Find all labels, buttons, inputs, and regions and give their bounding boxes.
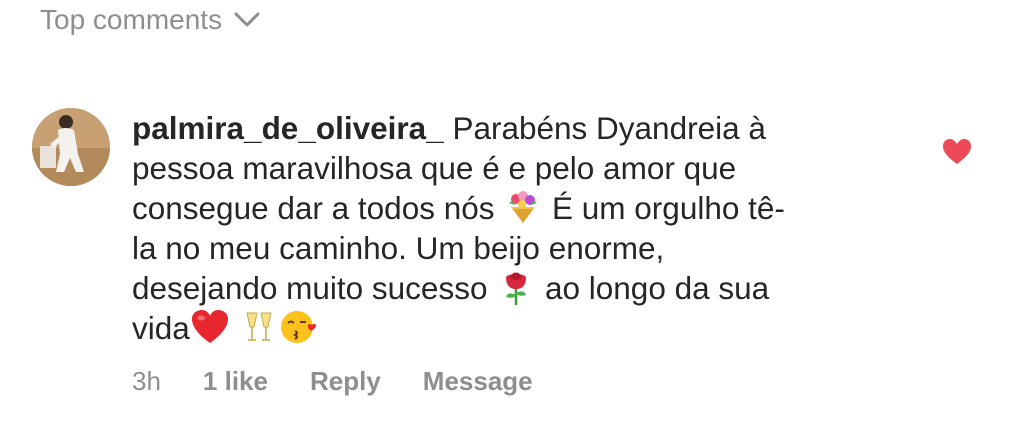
comment-time: 3h bbox=[132, 366, 161, 396]
kissing-face-emoji bbox=[279, 309, 319, 345]
rose-emoji bbox=[496, 269, 536, 305]
bouquet-emoji bbox=[503, 189, 543, 225]
comment-text: vida bbox=[132, 310, 190, 346]
comment-text bbox=[230, 310, 239, 346]
avatar[interactable] bbox=[32, 108, 110, 186]
comment-text: É um orgulho tê- bbox=[543, 190, 785, 226]
comment-body: palmira_de_oliveira_ Parabéns Dyandreia … bbox=[132, 108, 892, 348]
message-button[interactable]: Message bbox=[423, 366, 533, 397]
comment-likes-count[interactable]: 1 like bbox=[203, 366, 268, 397]
clinking-glasses-emoji bbox=[239, 309, 279, 345]
comment-text: consegue dar a todos nós bbox=[132, 190, 504, 226]
red-heart-emoji bbox=[190, 309, 230, 345]
chevron-down-icon bbox=[234, 3, 260, 35]
comment-text: la no meu caminho. Um beijo enorme, bbox=[132, 230, 665, 266]
reply-button[interactable]: Reply bbox=[310, 366, 381, 397]
comment-text: ao longo da sua bbox=[536, 270, 770, 306]
comment-text: Parabéns Dyandreia à bbox=[443, 110, 766, 146]
top-comments-sort[interactable]: Top comments bbox=[40, 4, 260, 36]
comment-username[interactable]: palmira_de_oliveira_ bbox=[132, 110, 444, 146]
like-heart-icon[interactable] bbox=[942, 138, 972, 171]
top-comments-label: Top comments bbox=[40, 4, 223, 35]
comment-meta: 3h 1 like Reply Message bbox=[132, 366, 533, 397]
comment-text: pessoa maravilhosa que é e pelo amor que bbox=[132, 150, 737, 186]
comment-text: desejando muito sucesso bbox=[132, 270, 497, 306]
